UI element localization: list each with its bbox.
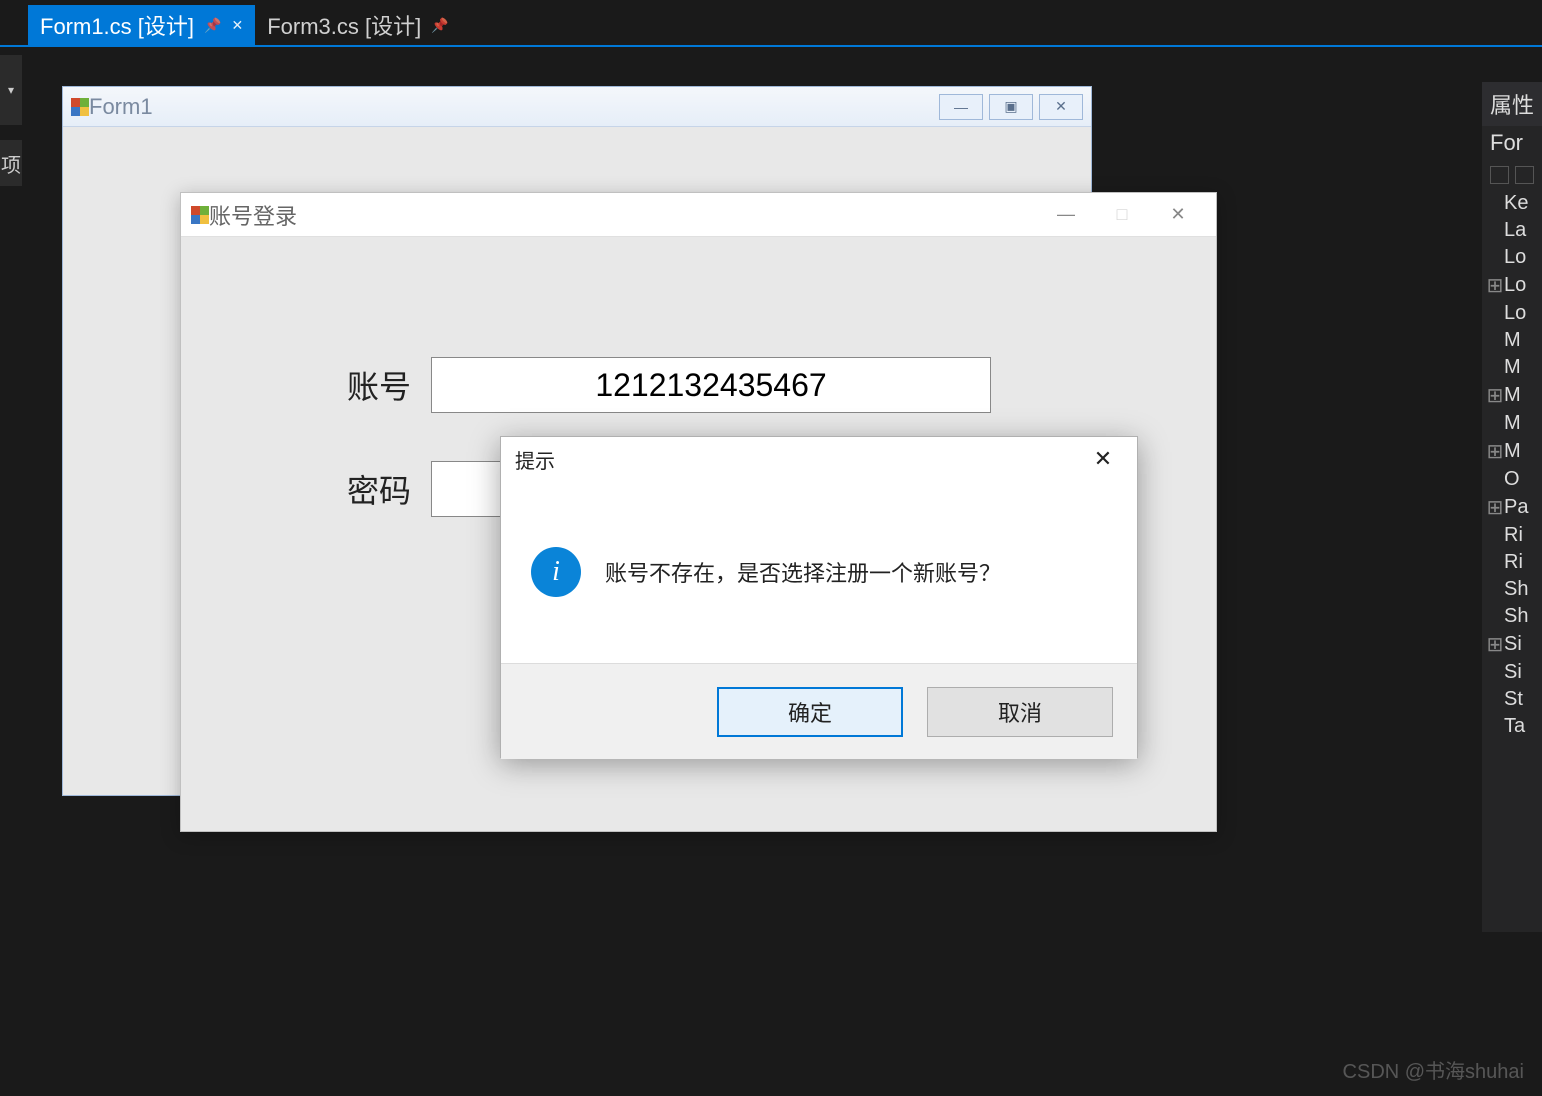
property-row[interactable]: Ri (1482, 522, 1542, 549)
tab-label: Form3.cs [设计] (267, 9, 421, 41)
expand-icon[interactable]: ⊞ (1486, 632, 1504, 657)
property-row[interactable]: La (1482, 217, 1542, 244)
property-name: Ri (1504, 524, 1538, 547)
property-row[interactable]: Lo (1482, 244, 1542, 271)
document-tab-bar: Form1.cs [设计] 📌 ✕ Form3.cs [设计] 📌 (28, 5, 461, 45)
pin-icon[interactable]: 📌 (431, 17, 448, 34)
maximize-button[interactable]: ▣ (989, 94, 1033, 120)
alphabetical-icon[interactable] (1515, 166, 1534, 184)
property-row[interactable]: ⊞Si (1482, 630, 1542, 659)
ok-button[interactable]: 确定 (717, 687, 903, 737)
property-name: La (1504, 219, 1538, 242)
tab-form3[interactable]: Form3.cs [设计] 📌 (255, 5, 460, 45)
account-row: 账号 (301, 357, 1216, 413)
tab-label: Form1.cs [设计] (40, 9, 194, 41)
minimize-button[interactable]: — (939, 94, 983, 120)
properties-panel: 属性 For KeLaLo⊞LoLoMM⊞MM⊞MO⊞PaRiRiShSh⊞Si… (1482, 82, 1542, 932)
property-row[interactable]: Sh (1482, 576, 1542, 603)
messagebox: 提示 ✕ i 账号不存在，是否选择注册一个新账号？ 确定 取消 (500, 436, 1138, 758)
property-row[interactable]: Lo (1482, 300, 1542, 327)
close-icon[interactable]: ✕ (231, 17, 243, 34)
property-row[interactable]: Sh (1482, 603, 1542, 630)
property-name: M (1504, 384, 1538, 407)
form-app-icon (191, 206, 209, 224)
property-row[interactable]: ⊞M (1482, 381, 1542, 410)
property-name: Ke (1504, 192, 1538, 215)
left-gutter-dropdown[interactable]: ▾ (0, 55, 22, 125)
properties-rows: KeLaLo⊞LoLoMM⊞MM⊞MO⊞PaRiRiShSh⊞SiSiStTa (1482, 190, 1542, 740)
property-name: Si (1504, 661, 1538, 684)
close-button[interactable]: ✕ (1150, 193, 1206, 237)
tab-form1[interactable]: Form1.cs [设计] 📌 ✕ (28, 5, 255, 45)
property-row[interactable]: M (1482, 327, 1542, 354)
categorized-icon[interactable] (1490, 166, 1509, 184)
form1-titlebar: Form1 — ▣ ✕ (63, 87, 1091, 127)
property-name: St (1504, 688, 1538, 711)
property-name: Pa (1504, 496, 1538, 519)
property-name: Ta (1504, 715, 1538, 738)
login-title: 账号登录 (209, 199, 1038, 231)
window-buttons: — ▣ ✕ (939, 94, 1083, 120)
property-name: Lo (1504, 274, 1538, 297)
property-name: Lo (1504, 246, 1538, 269)
property-name: Ri (1504, 551, 1538, 574)
pin-icon[interactable]: 📌 (204, 17, 221, 34)
close-button[interactable]: ✕ (1083, 439, 1123, 479)
property-row[interactable]: Ke (1482, 190, 1542, 217)
property-name: M (1504, 356, 1538, 379)
watermark: CSDN @书海shuhai (1343, 1055, 1524, 1084)
property-name: M (1504, 329, 1538, 352)
chevron-down-icon: ▾ (8, 83, 14, 97)
property-row[interactable]: ⊞M (1482, 437, 1542, 466)
messagebox-footer: 确定 取消 (501, 663, 1137, 759)
form-app-icon (71, 98, 89, 116)
property-row[interactable]: Ta (1482, 713, 1542, 740)
property-row[interactable]: St (1482, 686, 1542, 713)
properties-subheader[interactable]: For (1482, 126, 1542, 160)
minimize-button[interactable]: — (1038, 193, 1094, 237)
expand-icon[interactable]: ⊞ (1486, 439, 1504, 464)
properties-toolbar (1482, 160, 1542, 190)
messagebox-body: i 账号不存在，是否选择注册一个新账号？ (501, 481, 1137, 663)
form1-title: Form1 (89, 94, 939, 120)
expand-icon[interactable]: ⊞ (1486, 383, 1504, 408)
property-row[interactable]: Si (1482, 659, 1542, 686)
property-row[interactable]: M (1482, 354, 1542, 381)
properties-header: 属性 (1482, 82, 1542, 126)
property-name: Sh (1504, 578, 1538, 601)
account-label: 账号 (301, 362, 411, 408)
tab-underline (0, 45, 1542, 47)
expand-icon[interactable]: ⊞ (1486, 495, 1504, 520)
close-button[interactable]: ✕ (1039, 94, 1083, 120)
property-name: M (1504, 440, 1538, 463)
property-row[interactable]: ⊞Pa (1482, 493, 1542, 522)
left-gutter-item[interactable]: 项 (0, 140, 22, 186)
property-name: Si (1504, 633, 1538, 656)
maximize-button: □ (1094, 193, 1150, 237)
cancel-button[interactable]: 取消 (927, 687, 1113, 737)
property-name: Lo (1504, 302, 1538, 325)
messagebox-titlebar: 提示 ✕ (501, 437, 1137, 481)
property-row[interactable]: Ri (1482, 549, 1542, 576)
messagebox-text: 账号不存在，是否选择注册一个新账号？ (605, 556, 1001, 588)
account-input[interactable] (431, 357, 991, 413)
login-titlebar: 账号登录 — □ ✕ (181, 193, 1216, 237)
info-icon: i (531, 547, 581, 597)
messagebox-title: 提示 (515, 445, 1083, 474)
property-row[interactable]: O (1482, 466, 1542, 493)
property-name: Sh (1504, 605, 1538, 628)
expand-icon[interactable]: ⊞ (1486, 273, 1504, 298)
property-name: O (1504, 468, 1538, 491)
property-name: M (1504, 412, 1538, 435)
property-row[interactable]: M (1482, 410, 1542, 437)
password-label: 密码 (301, 466, 411, 512)
property-row[interactable]: ⊞Lo (1482, 271, 1542, 300)
